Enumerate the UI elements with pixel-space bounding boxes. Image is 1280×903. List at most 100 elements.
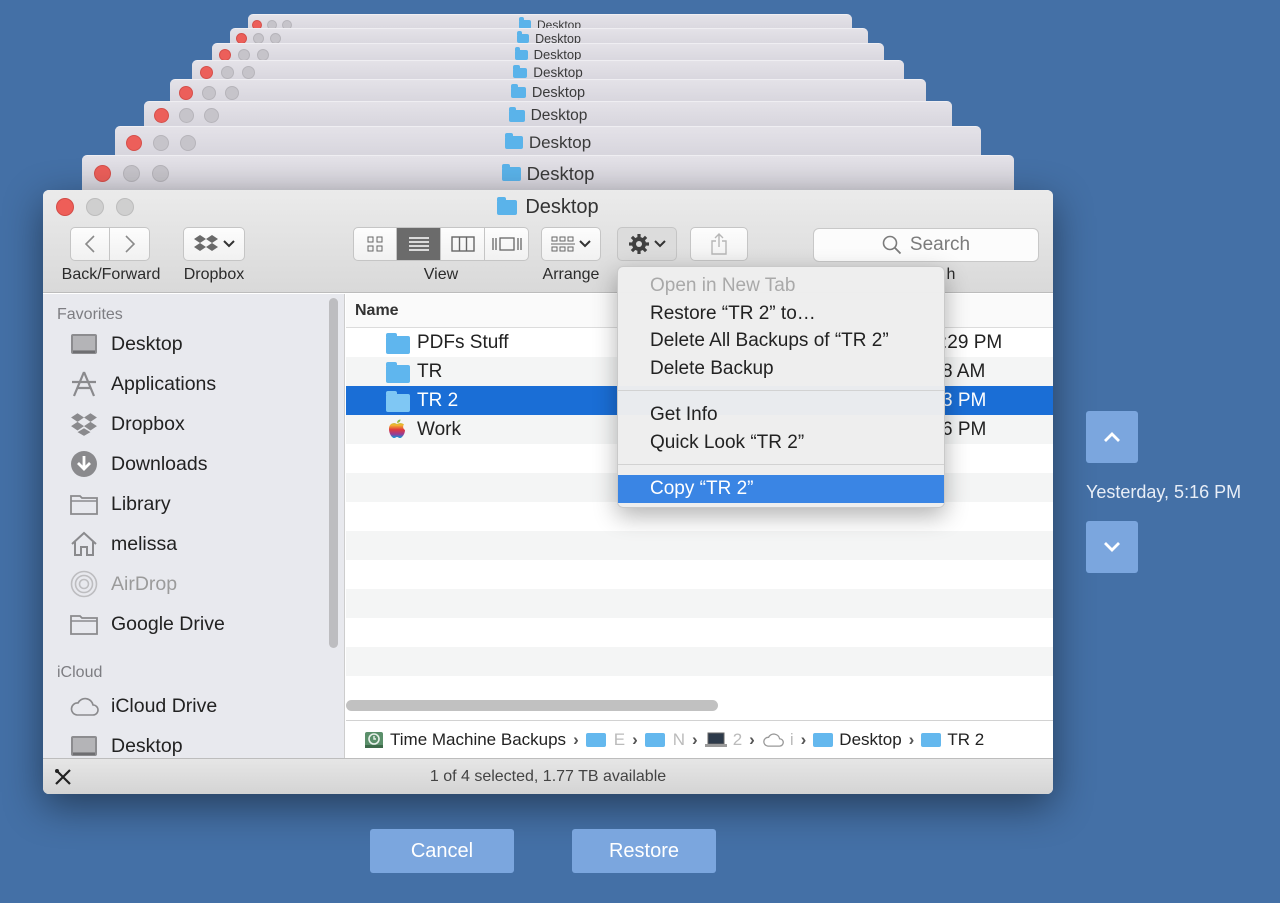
backup-window-2[interactable]: Desktop — [115, 126, 981, 158]
sidebar-item-icloud-desktop[interactable]: Desktop — [43, 726, 344, 758]
backup-date-label: Yesterday, 5:16 PM — [1086, 482, 1242, 502]
sidebar-item-melissa[interactable]: melissa — [43, 524, 344, 564]
sidebar-item-label: melissa — [111, 532, 178, 555]
chevron-right-icon — [124, 235, 135, 253]
arrange-button[interactable] — [541, 227, 601, 261]
context-menu: Open in New Tab Restore “TR 2” to… Delet… — [617, 266, 945, 508]
sidebar-item-icloud-drive[interactable]: iCloud Drive — [43, 686, 344, 726]
chevron-down-icon — [579, 240, 591, 248]
path-segment-desktop[interactable]: Desktop — [813, 730, 902, 750]
sidebar-item-label: Library — [111, 492, 171, 515]
path-segment[interactable]: N — [644, 730, 685, 750]
folder-icon — [510, 84, 526, 98]
sidebar-item-desktop[interactable]: Desktop — [43, 324, 344, 364]
menu-separator — [618, 464, 944, 465]
share-button[interactable] — [690, 227, 748, 261]
empty-row — [346, 560, 1053, 589]
path-segment[interactable]: E — [585, 730, 625, 750]
path-separator: › — [573, 729, 579, 749]
sidebar-item-google-drive[interactable]: Google Drive — [43, 604, 344, 644]
search-input[interactable]: Search — [813, 228, 1039, 262]
folder-icon — [386, 391, 410, 412]
folder-icon — [644, 732, 665, 747]
forward-button[interactable] — [110, 227, 150, 261]
dropbox-label: Dropbox — [183, 266, 245, 283]
dropbox-button[interactable] — [183, 227, 245, 261]
search-icon — [882, 235, 902, 255]
folder-icon — [513, 64, 528, 78]
sidebar-item-airdrop[interactable]: AirDrop — [43, 564, 344, 604]
menu-item-open-in-new-tab[interactable]: Open in New Tab — [618, 272, 944, 300]
horizontal-scrollbar[interactable] — [346, 700, 718, 711]
sidebar-item-label: Desktop — [111, 332, 183, 355]
home-icon — [71, 531, 97, 556]
share-icon — [711, 233, 727, 255]
applications-icon — [72, 371, 96, 397]
path-separator: › — [800, 729, 807, 749]
menu-item-get-info[interactable]: Get Info — [618, 401, 944, 429]
sidebar-item-library[interactable]: Library — [43, 484, 344, 524]
backup-window-1[interactable]: Desktop — [82, 155, 1014, 191]
desktop-icon — [71, 334, 97, 354]
empty-row — [346, 531, 1053, 560]
dropbox-icon — [71, 413, 97, 436]
back-button[interactable] — [70, 227, 110, 261]
cover-flow-button[interactable] — [485, 227, 529, 261]
sidebar-heading-favorites: Favorites — [57, 306, 123, 323]
folder-icon — [497, 197, 518, 215]
window-title: Desktop — [43, 196, 1053, 219]
menu-item-restore-to[interactable]: Restore “TR 2” to… — [618, 300, 944, 328]
path-segment[interactable]: i — [762, 730, 794, 750]
sidebar-item-label: Dropbox — [111, 412, 185, 435]
sidebar-item-label: Downloads — [111, 452, 208, 475]
icon-view-button[interactable] — [353, 227, 397, 261]
menu-item-delete-all-backups[interactable]: Delete All Backups of “TR 2” — [618, 327, 944, 355]
backup-window-title: Desktop — [531, 84, 586, 101]
sidebar-item-label: AirDrop — [111, 572, 178, 595]
restore-button[interactable]: Restore — [572, 829, 716, 873]
gear-icon — [629, 234, 649, 254]
chevron-up-icon — [1104, 432, 1120, 442]
sidebar-item-applications[interactable]: Applications — [43, 364, 344, 404]
tools-icon[interactable] — [53, 767, 73, 792]
search-placeholder: Search — [909, 234, 971, 255]
backup-window-3[interactable]: Desktop — [144, 101, 952, 129]
dropbox-icon — [194, 235, 218, 251]
folder-icon — [70, 495, 98, 515]
sidebar-item-downloads[interactable]: Downloads — [43, 444, 344, 484]
menu-separator — [618, 390, 944, 391]
desktop-icon — [71, 736, 97, 756]
chevron-down-icon — [654, 240, 666, 248]
action-button[interactable] — [617, 227, 677, 261]
empty-row — [346, 618, 1053, 647]
newer-backup-button[interactable] — [1086, 521, 1138, 573]
cancel-button[interactable]: Cancel — [370, 829, 514, 873]
apple-icon — [389, 419, 405, 438]
path-segment-current[interactable]: TR 2 — [921, 730, 984, 750]
path-separator: › — [749, 729, 755, 749]
sidebar-heading-icloud: iCloud — [57, 664, 103, 681]
path-segment[interactable]: 2 — [704, 730, 742, 750]
path-segment-time-machine[interactable]: Time Machine Backups — [364, 730, 566, 750]
sidebar-scrollbar[interactable] — [329, 298, 338, 648]
folder-icon — [504, 133, 523, 149]
arrange-label: Arrange — [542, 266, 600, 283]
folder-icon — [517, 31, 530, 43]
sidebar-item-label: Google Drive — [111, 612, 225, 635]
menu-item-delete-backup[interactable]: Delete Backup — [618, 355, 944, 383]
path-bar: Time Machine Backups › E › N › 2 › i › D… — [346, 720, 1053, 758]
backup-window-title: Desktop — [526, 162, 595, 184]
folder-icon — [585, 732, 606, 747]
list-icon — [408, 237, 429, 251]
older-backup-button[interactable] — [1086, 411, 1138, 463]
backup-window-title: Desktop — [533, 65, 583, 80]
menu-item-copy[interactable]: Copy “TR 2” — [618, 475, 944, 503]
folder-icon — [386, 333, 410, 354]
cloud-icon — [763, 733, 784, 747]
chevron-left-icon — [84, 235, 95, 253]
cover-flow-icon — [491, 237, 522, 251]
column-view-button[interactable] — [441, 227, 485, 261]
menu-item-quick-look[interactable]: Quick Look “TR 2” — [618, 429, 944, 457]
list-view-button[interactable] — [397, 227, 441, 261]
sidebar-item-dropbox[interactable]: Dropbox — [43, 404, 344, 444]
